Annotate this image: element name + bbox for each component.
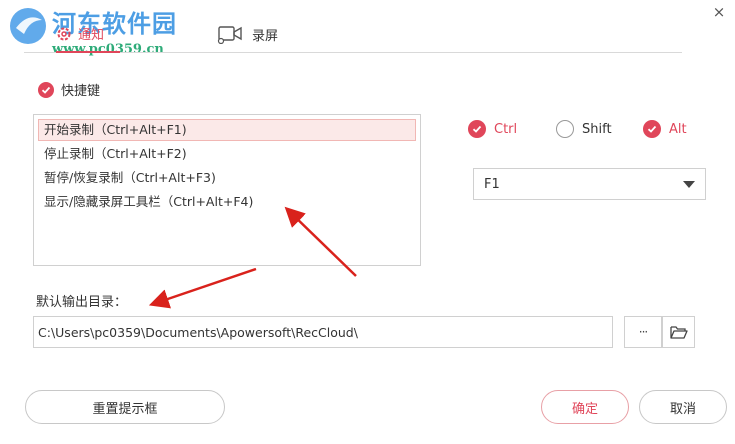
check-icon — [38, 81, 54, 98]
ctrl-checkbox[interactable]: Ctrl — [468, 120, 517, 138]
reset-prompts-button[interactable]: 重置提示框 — [25, 390, 225, 424]
list-item[interactable]: 停止录制（Ctrl+Alt+F2) — [38, 143, 416, 165]
watermark-url: www.pc0359.cn — [52, 42, 164, 57]
reset-prompts-label: 重置提示框 — [92, 401, 158, 417]
check-icon — [468, 120, 486, 138]
hotkey-label: 快捷键 — [61, 84, 101, 99]
shift-checkbox[interactable]: Shift — [556, 120, 612, 138]
tab-record[interactable]: 录屏 — [216, 24, 278, 44]
cancel-button[interactable]: 取消 — [639, 390, 727, 424]
ctrl-label: Ctrl — [494, 121, 518, 137]
ok-button[interactable]: 确定 — [541, 390, 629, 424]
list-item[interactable]: 显示/隐藏录屏工具栏（Ctrl+Alt+F4) — [38, 191, 416, 213]
browse-more-button[interactable]: ··· — [624, 316, 662, 348]
ok-label: 确定 — [571, 401, 598, 417]
chevron-down-icon — [683, 180, 695, 188]
list-item[interactable]: 暂停/恢复录制（Ctrl+Alt+F3) — [38, 167, 416, 189]
close-button[interactable]: × — [711, 4, 727, 20]
arrow-to-output-dir — [148, 267, 257, 309]
output-path-input[interactable] — [33, 316, 613, 348]
unchecked-icon — [556, 120, 574, 138]
open-folder-button[interactable] — [662, 316, 695, 348]
camera-icon — [217, 26, 242, 44]
output-dir-label: 默认输出目录： — [36, 295, 128, 310]
gear-icon — [57, 27, 71, 40]
close-icon: × — [712, 3, 726, 21]
list-item[interactable]: 开始录制（Ctrl+Alt+F1) — [38, 119, 416, 141]
key-select-value: F1 — [484, 176, 500, 192]
hotkey-checkbox[interactable]: 快捷键 — [38, 80, 100, 99]
active-tab-indicator — [56, 51, 120, 53]
alt-label: Alt — [669, 121, 687, 137]
shortcut-list[interactable]: 开始录制（Ctrl+Alt+F1) 停止录制（Ctrl+Alt+F2) 暂停/恢… — [33, 114, 421, 266]
key-select[interactable]: F1 — [473, 168, 706, 200]
more-icon: ··· — [638, 325, 649, 339]
header-divider — [24, 52, 682, 53]
shift-label: Shift — [582, 121, 612, 137]
folder-icon — [669, 326, 688, 339]
alt-checkbox[interactable]: Alt — [643, 120, 687, 138]
tab-record-label: 录屏 — [252, 28, 279, 44]
tab-notifications[interactable]: 通知 — [56, 24, 104, 43]
cancel-label: 取消 — [669, 401, 696, 417]
watermark-logo-icon — [10, 8, 46, 44]
check-icon — [643, 120, 661, 138]
tab-notifications-label: 通知 — [78, 28, 105, 43]
